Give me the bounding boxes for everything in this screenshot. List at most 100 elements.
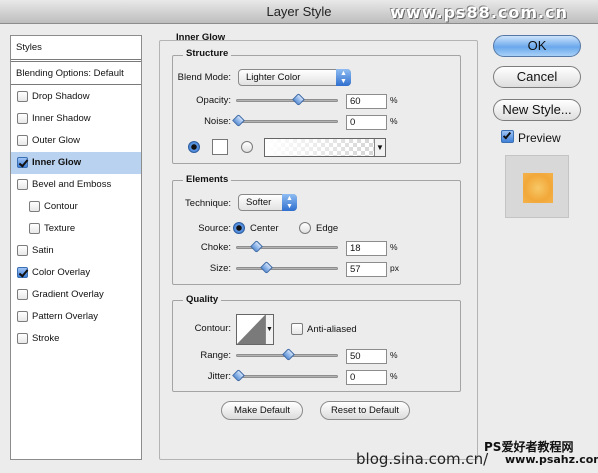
glow-color-swatch[interactable] bbox=[212, 139, 228, 155]
sidebar-styles-label: Styles bbox=[16, 42, 42, 53]
solid-color-radio[interactable] bbox=[188, 141, 200, 153]
sidebar-item-contour[interactable]: Contour bbox=[11, 196, 141, 218]
noise-slider[interactable] bbox=[232, 114, 338, 127]
source-center-label: Center bbox=[250, 223, 279, 234]
technique-select[interactable]: Softer ▲ ▼ bbox=[238, 194, 297, 211]
size-slider[interactable] bbox=[236, 261, 338, 274]
range-label: Range: bbox=[200, 350, 231, 361]
make-default-button[interactable]: Make Default bbox=[221, 401, 303, 420]
site-watermark: www.psahz.com bbox=[505, 453, 598, 466]
sidebar-item-outer-glow[interactable]: Outer Glow bbox=[11, 130, 141, 152]
range-field[interactable]: 50 bbox=[346, 349, 387, 364]
technique-value: Softer bbox=[246, 197, 272, 208]
opacity-label: Opacity: bbox=[196, 95, 231, 106]
structure-legend: Structure bbox=[183, 48, 232, 59]
gradient-dropdown-icon[interactable]: ▼ bbox=[374, 139, 385, 156]
sidebar-item-inner-shadow[interactable]: Inner Shadow bbox=[11, 108, 141, 130]
anti-aliased-checkbox[interactable] bbox=[291, 323, 303, 335]
texture-checkbox[interactable] bbox=[29, 223, 40, 234]
sidebar-item-gradient-overlay[interactable]: Gradient Overlay bbox=[11, 284, 141, 306]
color-overlay-label: Color Overlay bbox=[32, 267, 91, 278]
anti-aliased-label: Anti-aliased bbox=[307, 324, 357, 335]
stroke-label: Stroke bbox=[32, 333, 60, 344]
sidebar-item-pattern-overlay[interactable]: Pattern Overlay bbox=[11, 306, 141, 328]
technique-arrows-icon: ▲ ▼ bbox=[282, 194, 297, 211]
gradient-overlay-checkbox[interactable] bbox=[17, 289, 28, 300]
sidebar-item-color-overlay[interactable]: Color Overlay bbox=[11, 262, 141, 284]
blog-watermark: blog.sina.com.cn/ bbox=[356, 450, 489, 468]
noise-unit: % bbox=[390, 116, 398, 126]
pattern-overlay-label: Pattern Overlay bbox=[32, 311, 98, 322]
quality-legend: Quality bbox=[183, 294, 222, 305]
bevel-and-emboss-checkbox[interactable] bbox=[17, 179, 28, 190]
outer-glow-checkbox[interactable] bbox=[17, 135, 28, 146]
source-label: Source: bbox=[198, 223, 231, 234]
noise-label: Noise: bbox=[204, 116, 231, 127]
reset-to-default-button[interactable]: Reset to Default bbox=[320, 401, 410, 420]
gradient-radio[interactable] bbox=[241, 141, 253, 153]
drop-shadow-label: Drop Shadow bbox=[32, 91, 90, 102]
jitter-unit: % bbox=[390, 371, 398, 381]
contour-checkbox[interactable] bbox=[29, 201, 40, 212]
size-label: Size: bbox=[209, 263, 231, 274]
outer-glow-label: Outer Glow bbox=[32, 135, 81, 146]
inner-glow-checkbox[interactable] bbox=[17, 157, 28, 168]
contour-label: Contour: bbox=[194, 323, 231, 334]
sidebar-item-drop-shadow[interactable]: Drop Shadow bbox=[11, 86, 141, 108]
texture-label: Texture bbox=[44, 223, 76, 234]
size-unit: px bbox=[390, 263, 399, 273]
sidebar-item-bevel-and-emboss[interactable]: Bevel and Emboss bbox=[11, 174, 141, 196]
contour-picker[interactable]: ▼ bbox=[236, 314, 274, 345]
cancel-button[interactable]: Cancel bbox=[493, 66, 581, 88]
source-edge-label: Edge bbox=[316, 223, 339, 234]
opacity-unit: % bbox=[390, 95, 398, 105]
preview-label: Preview bbox=[518, 131, 561, 145]
drop-shadow-checkbox[interactable] bbox=[17, 91, 28, 102]
blend-mode-select[interactable]: Lighter Color ▲ ▼ bbox=[238, 69, 351, 86]
opacity-field[interactable]: 60 bbox=[346, 94, 387, 109]
sidebar-item-satin[interactable]: Satin bbox=[11, 240, 141, 262]
noise-field[interactable]: 0 bbox=[346, 115, 387, 130]
elements-legend: Elements bbox=[183, 174, 232, 185]
preview-area bbox=[505, 155, 569, 218]
source-edge-radio[interactable] bbox=[299, 222, 311, 234]
blend-mode-arrows-icon: ▲ ▼ bbox=[336, 69, 351, 86]
ok-button[interactable]: OK bbox=[493, 35, 581, 57]
size-field[interactable]: 57 bbox=[346, 262, 387, 277]
top-watermark: www.ps88.com.cn bbox=[390, 3, 568, 22]
inner-shadow-checkbox[interactable] bbox=[17, 113, 28, 124]
choke-unit: % bbox=[390, 242, 398, 252]
window-title: Layer Style bbox=[266, 4, 332, 19]
source-center-radio[interactable] bbox=[233, 222, 245, 234]
new-style-button[interactable]: New Style... bbox=[493, 99, 581, 121]
blend-mode-label: Blend Mode: bbox=[177, 72, 231, 83]
satin-label: Satin bbox=[32, 245, 54, 256]
contour-dropdown-icon[interactable]: ▼ bbox=[265, 315, 273, 344]
gradient-overlay-label: Gradient Overlay bbox=[32, 289, 104, 300]
choke-field[interactable]: 18 bbox=[346, 241, 387, 256]
styles-sidebar: Styles Blending Options: Default Drop Sh… bbox=[10, 35, 142, 460]
gradient-picker[interactable]: ▼ bbox=[264, 138, 386, 157]
range-slider[interactable] bbox=[236, 348, 338, 361]
sidebar-item-stroke[interactable]: Stroke bbox=[11, 328, 141, 350]
stroke-checkbox[interactable] bbox=[17, 333, 28, 344]
sidebar-item-blending-options[interactable]: Blending Options: Default bbox=[11, 61, 141, 85]
technique-label: Technique: bbox=[185, 198, 231, 209]
opacity-slider[interactable] bbox=[236, 93, 338, 106]
blend-mode-value: Lighter Color bbox=[246, 72, 301, 83]
bevel-and-emboss-label: Bevel and Emboss bbox=[32, 179, 112, 190]
contour-label: Contour bbox=[44, 201, 78, 212]
color-overlay-checkbox[interactable] bbox=[17, 267, 28, 278]
jitter-slider[interactable] bbox=[232, 369, 338, 382]
sidebar-item-inner-glow[interactable]: Inner Glow bbox=[11, 152, 141, 174]
sidebar-item-texture[interactable]: Texture bbox=[11, 218, 141, 240]
inner-shadow-label: Inner Shadow bbox=[32, 113, 91, 124]
satin-checkbox[interactable] bbox=[17, 245, 28, 256]
contour-curve-icon bbox=[237, 315, 265, 344]
preview-checkbox[interactable] bbox=[501, 130, 514, 143]
pattern-overlay-checkbox[interactable] bbox=[17, 311, 28, 322]
sidebar-item-styles[interactable]: Styles bbox=[11, 36, 141, 60]
jitter-field[interactable]: 0 bbox=[346, 370, 387, 385]
choke-label: Choke: bbox=[200, 242, 231, 253]
choke-slider[interactable] bbox=[236, 240, 338, 253]
